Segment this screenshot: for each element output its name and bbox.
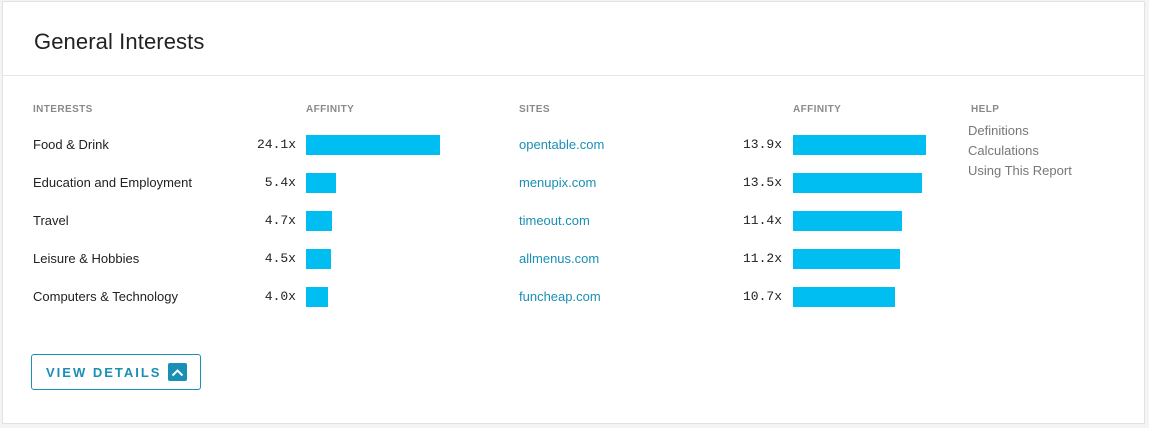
- view-details-label: VIEW DETAILS: [46, 364, 162, 380]
- help-link-definitions[interactable]: Definitions: [968, 123, 1029, 138]
- interest-label: Leisure & Hobbies: [33, 251, 140, 266]
- help-column-header: HELP: [971, 104, 1000, 115]
- interest-label: Food & Drink: [33, 137, 109, 152]
- site-affinity-value: 13.5x: [742, 175, 782, 190]
- card-header: General Interests: [3, 2, 1144, 76]
- interests-affinity-column-header: AFFINITY: [306, 104, 355, 115]
- page-title: General Interests: [34, 29, 205, 54]
- site-affinity-value: 13.9x: [742, 137, 782, 152]
- help-link-using-this-report[interactable]: Using This Report: [968, 163, 1072, 178]
- chevron-up-icon: [168, 363, 187, 381]
- site-link[interactable]: funcheap.com: [519, 289, 601, 304]
- interest-affinity-bar: [306, 173, 336, 193]
- site-link[interactable]: menupix.com: [519, 175, 596, 190]
- sites-column-header: SITES: [519, 104, 550, 115]
- interest-affinity-value: 4.0x: [264, 289, 296, 304]
- interest-affinity-bar: [306, 287, 328, 307]
- interest-affinity-bar: [306, 135, 440, 155]
- interest-label: Computers & Technology: [33, 289, 179, 304]
- site-link[interactable]: opentable.com: [519, 137, 604, 152]
- site-affinity-bar: [793, 173, 922, 193]
- help-link-calculations[interactable]: Calculations: [968, 143, 1039, 158]
- site-link[interactable]: timeout.com: [519, 213, 590, 228]
- interest-label: Education and Employment: [33, 175, 192, 190]
- sites-affinity-column-header: AFFINITY: [793, 104, 842, 115]
- site-affinity-bar: [793, 249, 900, 269]
- interest-affinity-value: 5.4x: [264, 175, 296, 190]
- interest-affinity-bar: [306, 211, 332, 231]
- site-affinity-bar: [793, 135, 926, 155]
- site-affinity-bar: [793, 211, 902, 231]
- interest-affinity-bar: [306, 249, 331, 269]
- interest-label: Travel: [33, 213, 69, 228]
- interest-affinity-value: 4.7x: [264, 213, 296, 228]
- interest-affinity-value: 4.5x: [264, 251, 296, 266]
- site-affinity-value: 10.7x: [742, 289, 782, 304]
- site-affinity-value: 11.2x: [742, 251, 782, 266]
- interest-affinity-value: 24.1x: [256, 137, 296, 152]
- view-details-button[interactable]: VIEW DETAILS: [31, 354, 201, 390]
- site-affinity-bar: [793, 287, 895, 307]
- site-affinity-value: 11.4x: [742, 213, 782, 228]
- site-link[interactable]: allmenus.com: [519, 251, 599, 266]
- interests-column-header: INTERESTS: [33, 104, 93, 115]
